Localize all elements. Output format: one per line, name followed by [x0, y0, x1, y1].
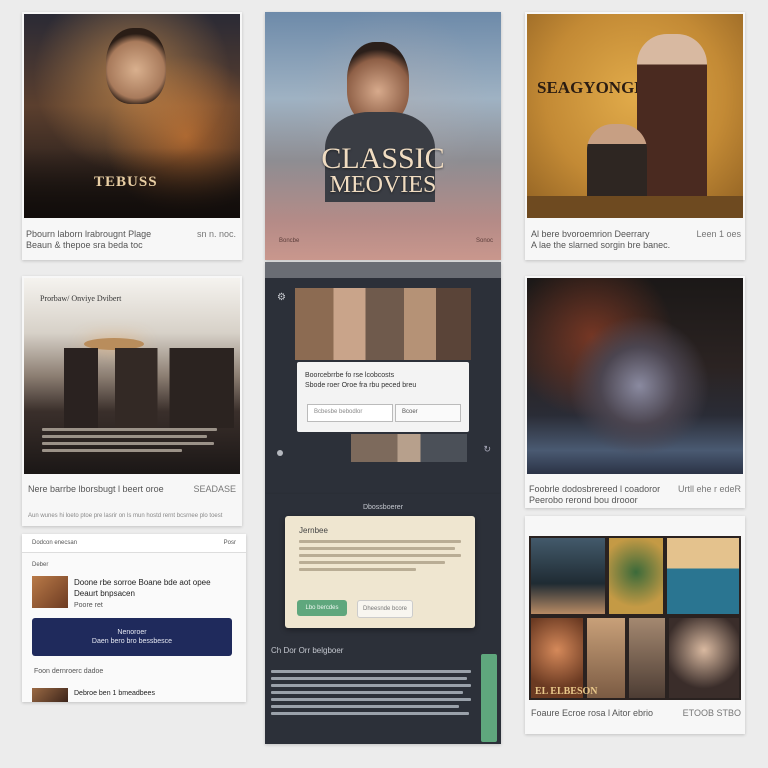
movie-card-1[interactable]: TEBUSS Pbourn laborn lrabrougnt Plage Be…	[22, 12, 242, 260]
poster-buildings	[64, 348, 234, 428]
modal-primary-label: Lbo bercdes	[305, 605, 339, 611]
poster-character-1	[106, 28, 166, 104]
dialog-input-button-label: Bcoer	[402, 409, 418, 415]
card-3-poster[interactable]: SEAGYONGE	[527, 14, 743, 218]
movie-card-6[interactable]: Foobrle dodosbrereed l coadoror Peerobo …	[525, 276, 745, 508]
poster-figure-1	[637, 34, 707, 204]
footer-dot[interactable]	[277, 450, 283, 456]
poster-ground	[527, 196, 743, 218]
card-1-caption-sub: Beaun & thepoe sra beda toc	[26, 240, 143, 250]
refresh-icon[interactable]: ↻	[483, 444, 491, 455]
poster-title: TEBUSS	[94, 174, 158, 190]
list-item-2-thumb[interactable]	[32, 688, 68, 702]
modal-secondary-label: Dheesnde bcore	[362, 606, 408, 612]
card-4-caption-sub: Aun wunes hi loeto ptoe pre lasrir on ls…	[28, 513, 223, 519]
modal-title: Jernbee	[299, 526, 328, 535]
card-7-section: Deber	[32, 562, 49, 568]
dialog-panel: Boorcebrrbe fo rse lcobcosts Sbode roer …	[297, 362, 469, 432]
app-card-5[interactable]: ⚙ Boorcebrrbe fo rse lcobcosts Sbode roe…	[265, 262, 501, 494]
poster-title: SEAGYONGE	[537, 78, 646, 97]
hero-image[interactable]	[295, 288, 471, 360]
card-6-caption-sub: Peerobo rerond bou drooor	[529, 495, 638, 505]
card-4-caption-meta: SEADASE	[193, 484, 236, 494]
scrollbar[interactable]	[481, 654, 497, 742]
settings-gear-icon[interactable]: ⚙	[277, 292, 286, 303]
card-6-caption-meta: Urtll ehe r edeR	[677, 484, 741, 494]
card-8-body-text	[271, 670, 471, 719]
poster-text-block	[42, 428, 217, 456]
card-4-caption-title: Nere barrbe lborsbugt l beert oroe	[28, 484, 164, 494]
poster-title-line2: MEOVIES	[329, 172, 437, 198]
collage-tile-3[interactable]	[667, 538, 739, 614]
poster-figure-2	[587, 124, 647, 204]
poster-title-line1: CLASSIC	[321, 142, 445, 175]
dialog-input-button[interactable]: Bcoer	[395, 404, 461, 422]
modal-text	[299, 540, 461, 575]
card-7-header-right[interactable]: Posr	[224, 540, 236, 546]
card-6-poster[interactable]	[527, 278, 743, 474]
movie-card-2[interactable]: CLASSIC MEOVIES Boncbe Sonoc	[265, 12, 501, 260]
cta-line-1: Nenoroer	[117, 629, 147, 636]
list-item-2-title[interactable]: Debroe ben 1 bmeadbees	[74, 690, 155, 697]
dialog-text-2: Sbode roer Oroe fra rbu peced breu	[305, 382, 417, 389]
card-1-caption-title: Pbourn laborn lrabrougnt Plage	[26, 229, 152, 239]
collage-overlay-text: EL ELBESON	[535, 686, 598, 697]
card-3-caption-meta: Leen 1 oes	[696, 229, 741, 239]
movie-card-4[interactable]: Prorbaw/ Onviye Dvibert Nere barrbe lbor…	[22, 276, 242, 526]
collage-tile-6[interactable]	[629, 618, 665, 698]
card-8-section: Ch Dor Orr belgboer	[271, 646, 344, 655]
card-1-poster[interactable]: TEBUSS	[24, 14, 240, 218]
dialog-input-placeholder: Bcbesbe bebodlor	[314, 409, 363, 415]
card-1-caption-meta: sn n. noc.	[196, 229, 236, 239]
card-7-section-2: Foon dernroerc dadoe	[34, 668, 104, 675]
modal-primary-button[interactable]: Lbo bercdes	[297, 600, 347, 616]
list-item-sub: Deaurt bnpsacen	[74, 589, 135, 598]
list-item-thumb[interactable]	[32, 576, 68, 608]
cta-line-2: Daen bero bro bessbesce	[91, 638, 173, 645]
card-9-caption-meta: ETOOB STBO	[682, 708, 741, 718]
movie-card-3[interactable]: SEAGYONGE Al bere bvoroemrion Deerrary A…	[525, 12, 745, 260]
card-8-header: Dbossboerer	[362, 504, 404, 511]
dialog-input[interactable]: Bcbesbe bebodlor	[307, 404, 393, 422]
card-2-poster[interactable]: CLASSIC MEOVIES Boncbe Sonoc	[265, 12, 501, 260]
list-item-meta: Poore ret	[74, 602, 103, 609]
primary-cta-button[interactable]: Nenoroer Daen bero bro bessbesce	[32, 618, 232, 656]
top-band	[265, 262, 501, 278]
card-6-caption-title: Foobrle dodosbrereed l coadoror	[529, 484, 661, 494]
card-9-caption-title: Foaure Ecroe rosa l Aitor ebrio	[531, 708, 654, 718]
card-4-poster[interactable]: Prorbaw/ Onviye Dvibert	[24, 278, 240, 474]
modal-secondary-button[interactable]: Dheesnde bcore	[357, 600, 413, 618]
poster-header: Prorbaw/ Onviye Dvibert	[40, 294, 122, 303]
list-item-title[interactable]: Doone rbe sorroe Boane bde aot opee	[74, 578, 211, 587]
card-3-caption-title: Al bere bvoroemrion Deerrary	[531, 229, 650, 239]
card-3-caption-sub: A lae the slarned sorgin bre banec.	[531, 240, 671, 250]
poster-footer-left: Boncbe	[279, 238, 300, 244]
collage-tile-2[interactable]	[609, 538, 663, 614]
thumb-strip[interactable]	[351, 434, 467, 462]
dialog-text-1: Boorcebrrbe fo rse lcobcosts	[305, 372, 395, 379]
app-card-7[interactable]: Dodcon enecsan Posr Deber Doone rbe sorr…	[22, 534, 246, 702]
poster-footer-right: Sonoc	[475, 238, 493, 244]
card-7-header-left: Dodcon enecsan	[32, 540, 78, 546]
collage-tile-1[interactable]	[531, 538, 605, 614]
movie-card-9[interactable]: EL ELBESON Foaure Ecroe rosa l Aitor ebr…	[525, 516, 745, 734]
card-7-header: Dodcon enecsan Posr	[22, 534, 246, 553]
modal-panel: Jernbee Lbo bercdes Dheesnde bcore	[285, 516, 475, 628]
collage-tile-7[interactable]	[669, 618, 739, 698]
app-card-8[interactable]: Dbossboerer Jernbee Lbo bercdes Dheesnde…	[265, 494, 501, 744]
card-9-collage[interactable]: EL ELBESON	[529, 536, 741, 700]
